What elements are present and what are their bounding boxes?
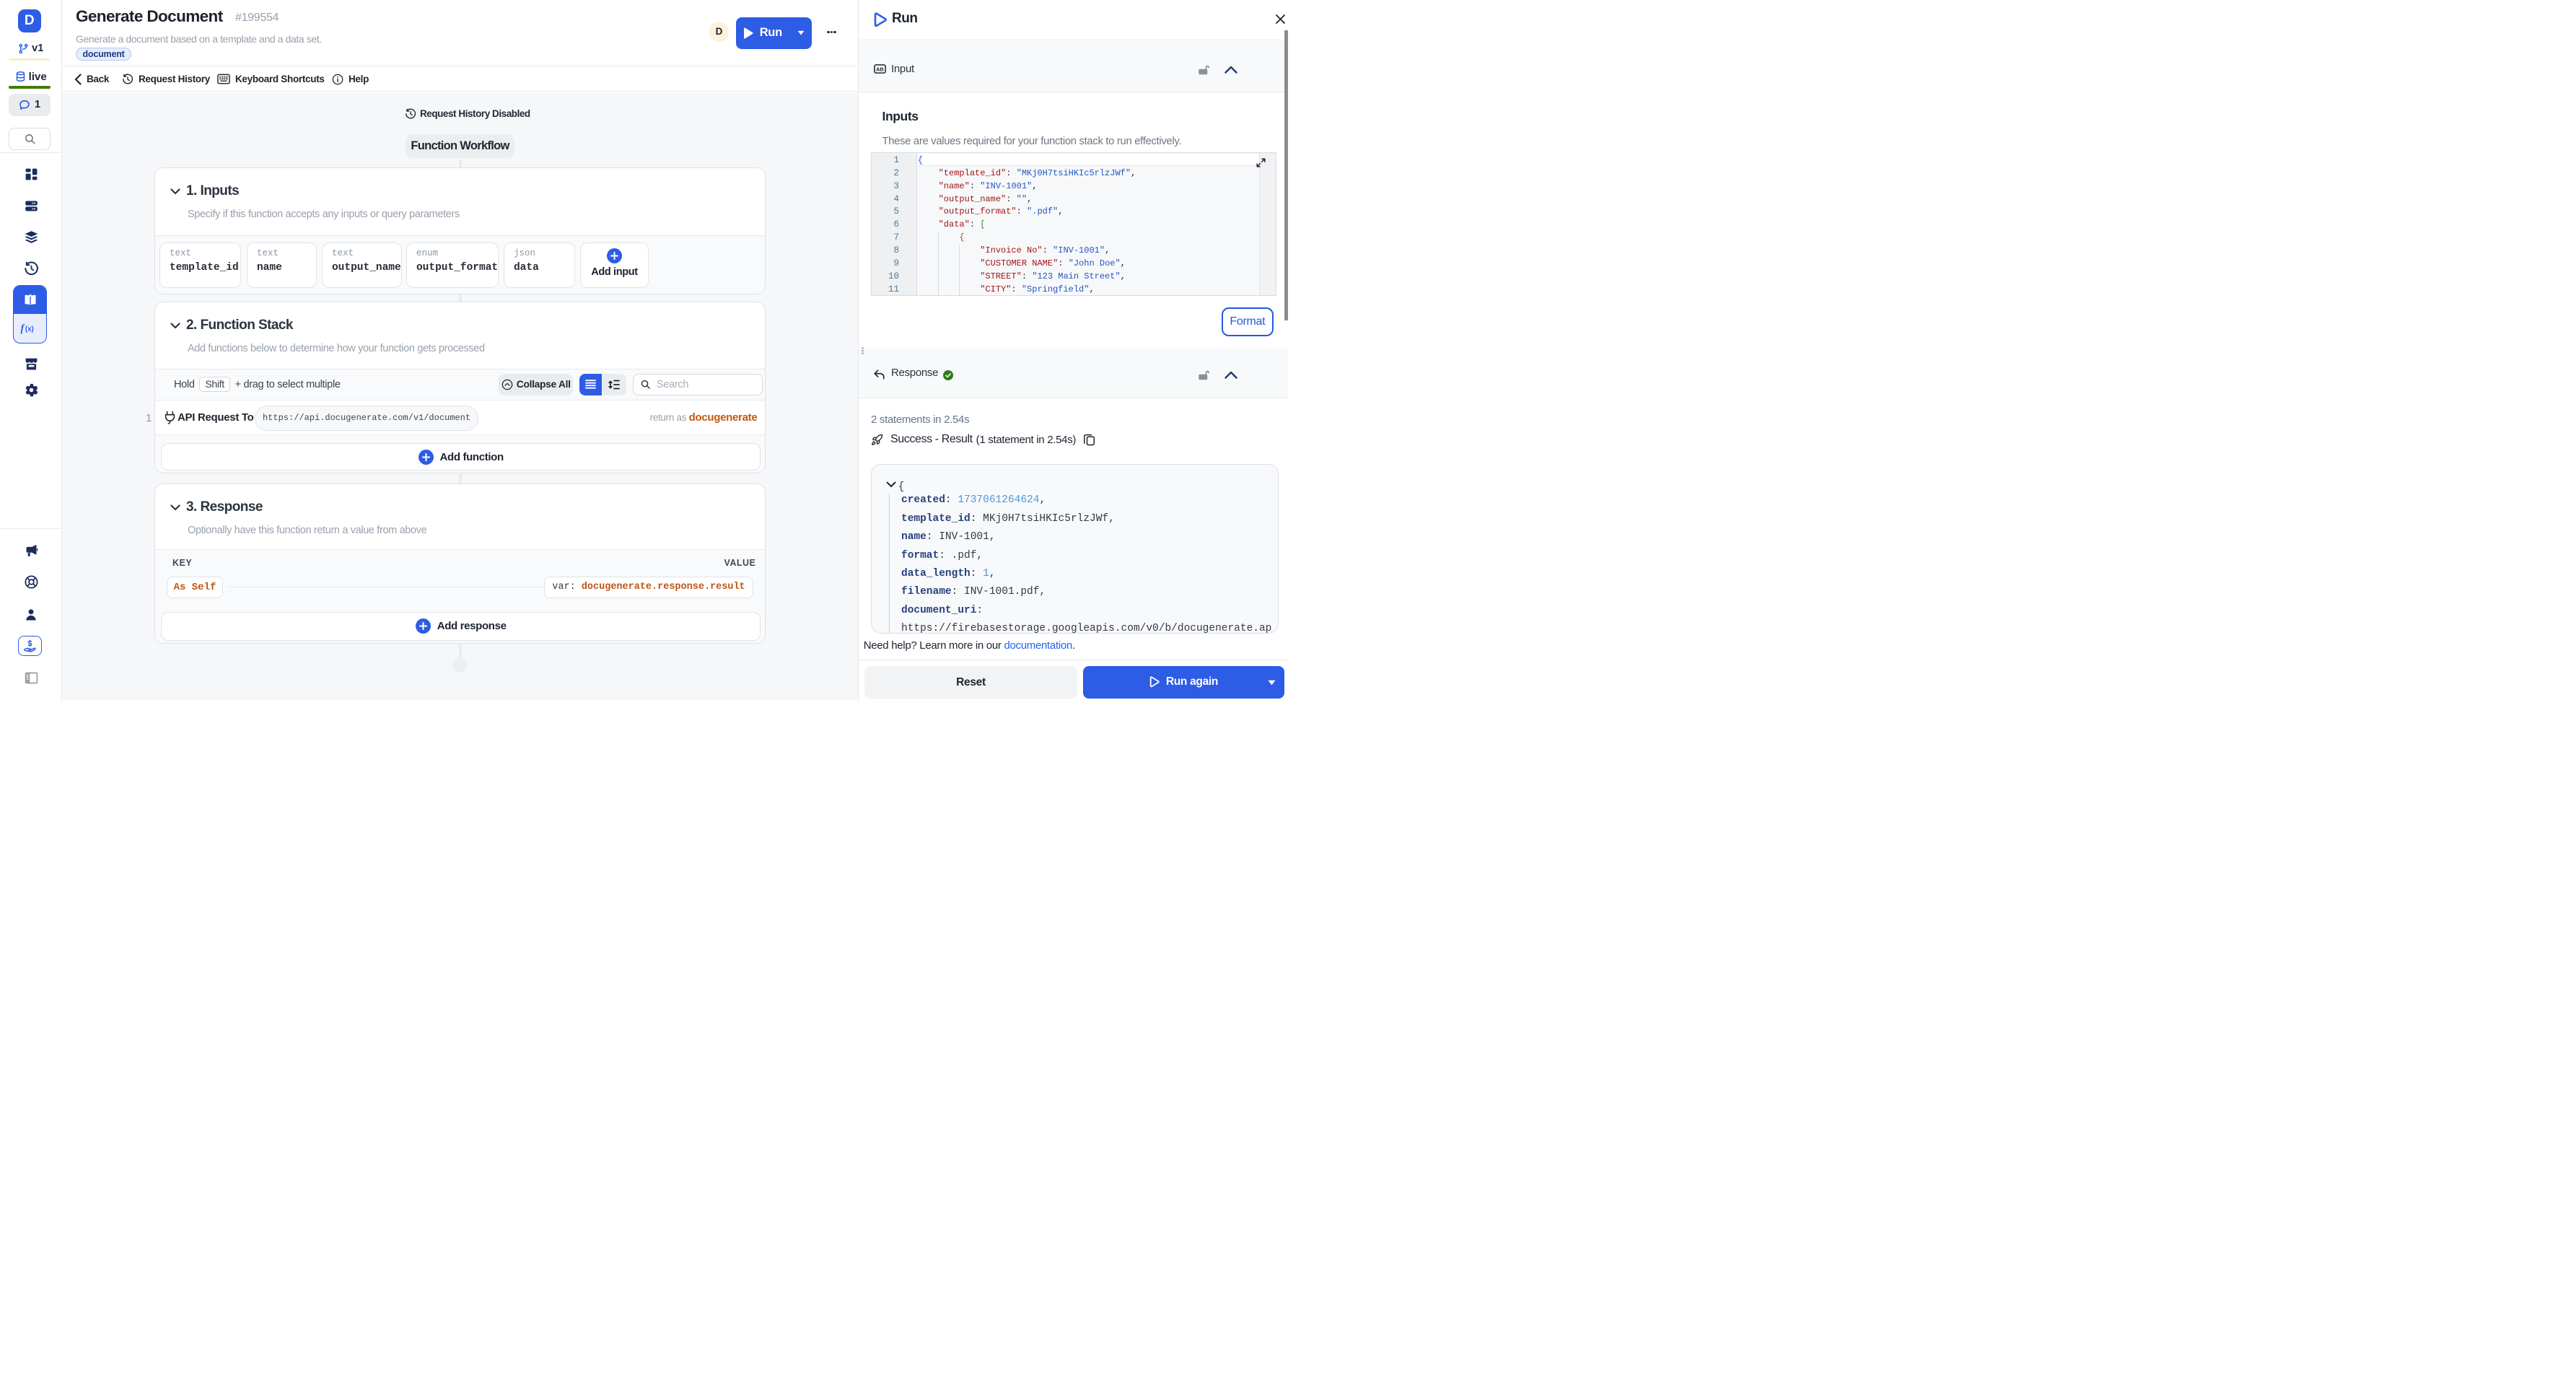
svg-text:(x): (x) — [25, 325, 33, 333]
svg-text:AB: AB — [876, 66, 884, 72]
svg-text:f: f — [20, 323, 25, 334]
